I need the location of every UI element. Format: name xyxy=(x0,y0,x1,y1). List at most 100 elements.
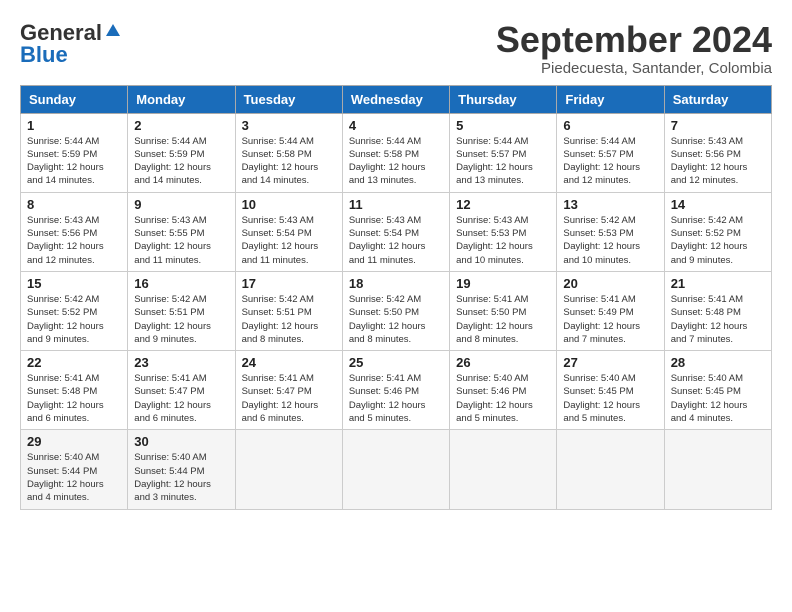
day-number: 26 xyxy=(456,355,550,370)
day-number: 30 xyxy=(134,434,228,449)
calendar-day-cell: 20Sunrise: 5:41 AMSunset: 5:49 PMDayligh… xyxy=(557,271,664,350)
day-number: 3 xyxy=(242,118,336,133)
day-info-text: Sunrise: 5:40 AMSunset: 5:46 PMDaylight:… xyxy=(456,372,550,425)
logo-blue-text: Blue xyxy=(20,42,68,68)
day-info-text: Sunrise: 5:44 AMSunset: 5:57 PMDaylight:… xyxy=(456,135,550,188)
calendar-day-cell: 28 Sunrise: 5:40 AMSunset: 5:45 PMDayligh… xyxy=(664,351,771,430)
calendar-week-row: 22Sunrise: 5:41 AMSunset: 5:48 PMDayligh… xyxy=(21,351,772,430)
day-info-text: Sunrise: 5:44 AMSunset: 5:59 PMDaylight:… xyxy=(27,135,121,188)
day-info-text: Sunrise: 5:43 AMSunset: 5:56 PMDaylight:… xyxy=(27,214,121,267)
calendar-day-cell: 29 Sunrise: 5:40 AMSunset: 5:44 PMDayligh… xyxy=(21,430,128,509)
calendar-day-cell xyxy=(342,430,449,509)
calendar-day-cell: 27Sunrise: 5:40 AMSunset: 5:45 PMDayligh… xyxy=(557,351,664,430)
calendar-day-cell: 24Sunrise: 5:41 AMSunset: 5:47 PMDayligh… xyxy=(235,351,342,430)
day-info-text: Sunrise: 5:43 AMSunset: 5:56 PMDaylight:… xyxy=(671,135,765,188)
calendar-day-cell xyxy=(664,430,771,509)
day-number: 11 xyxy=(349,197,443,212)
day-number: 17 xyxy=(242,276,336,291)
calendar-day-cell: 9 Sunrise: 5:43 AMSunset: 5:55 PMDaylight… xyxy=(128,192,235,271)
day-info-text: Sunrise: 5:43 AMSunset: 5:53 PMDaylight:… xyxy=(456,214,550,267)
day-number: 12 xyxy=(456,197,550,212)
calendar-day-cell: 6 Sunrise: 5:44 AMSunset: 5:57 PMDaylight… xyxy=(557,113,664,192)
location-text: Piedecuesta, Santander, Colombia xyxy=(496,60,772,77)
page-header: General Blue September 2024 Piedecuesta,… xyxy=(20,20,772,77)
day-info-text: Sunrise: 5:41 AMSunset: 5:48 PMDaylight:… xyxy=(671,293,765,346)
weekday-header: Saturday xyxy=(664,85,771,113)
day-info-text: Sunrise: 5:42 AMSunset: 5:52 PMDaylight:… xyxy=(671,214,765,267)
day-info-text: Sunrise: 5:42 AMSunset: 5:50 PMDaylight:… xyxy=(349,293,443,346)
calendar-day-cell: 23Sunrise: 5:41 AMSunset: 5:47 PMDayligh… xyxy=(128,351,235,430)
weekday-header: Monday xyxy=(128,85,235,113)
calendar-day-cell: 13Sunrise: 5:42 AMSunset: 5:53 PMDayligh… xyxy=(557,192,664,271)
calendar-day-cell: 22Sunrise: 5:41 AMSunset: 5:48 PMDayligh… xyxy=(21,351,128,430)
day-info-text: Sunrise: 5:41 AMSunset: 5:47 PMDaylight:… xyxy=(134,372,228,425)
day-number: 6 xyxy=(563,118,657,133)
calendar-day-cell: 7 Sunrise: 5:43 AMSunset: 5:56 PMDaylight… xyxy=(664,113,771,192)
day-info-text: Sunrise: 5:43 AMSunset: 5:55 PMDaylight:… xyxy=(134,214,228,267)
calendar-day-cell: 25 Sunrise: 5:41 AMSunset: 5:46 PMDayligh… xyxy=(342,351,449,430)
day-number: 21 xyxy=(671,276,765,291)
day-info-text: Sunrise: 5:40 AMSunset: 5:45 PMDaylight:… xyxy=(671,372,765,425)
day-number: 10 xyxy=(242,197,336,212)
calendar-week-row: 1 Sunrise: 5:44 AMSunset: 5:59 PMDaylight… xyxy=(21,113,772,192)
day-number: 25 xyxy=(349,355,443,370)
day-info-text: Sunrise: 5:43 AMSunset: 5:54 PMDaylight:… xyxy=(349,214,443,267)
day-number: 1 xyxy=(27,118,121,133)
calendar-day-cell: 18 Sunrise: 5:42 AMSunset: 5:50 PMDayligh… xyxy=(342,271,449,350)
calendar-day-cell xyxy=(235,430,342,509)
day-info-text: Sunrise: 5:42 AMSunset: 5:52 PMDaylight:… xyxy=(27,293,121,346)
day-number: 14 xyxy=(671,197,765,212)
day-info-text: Sunrise: 5:44 AMSunset: 5:59 PMDaylight:… xyxy=(134,135,228,188)
day-info-text: Sunrise: 5:41 AMSunset: 5:46 PMDaylight:… xyxy=(349,372,443,425)
calendar-day-cell: 11 Sunrise: 5:43 AMSunset: 5:54 PMDayligh… xyxy=(342,192,449,271)
weekday-header: Friday xyxy=(557,85,664,113)
day-number: 15 xyxy=(27,276,121,291)
calendar-day-cell: 30 Sunrise: 5:40 AMSunset: 5:44 PMDayligh… xyxy=(128,430,235,509)
day-number: 19 xyxy=(456,276,550,291)
calendar-day-cell: 10 Sunrise: 5:43 AMSunset: 5:54 PMDayligh… xyxy=(235,192,342,271)
weekday-header: Wednesday xyxy=(342,85,449,113)
day-number: 27 xyxy=(563,355,657,370)
calendar-day-cell xyxy=(557,430,664,509)
day-number: 28 xyxy=(671,355,765,370)
calendar-day-cell: 8 Sunrise: 5:43 AMSunset: 5:56 PMDaylight… xyxy=(21,192,128,271)
day-info-text: Sunrise: 5:41 AMSunset: 5:47 PMDaylight:… xyxy=(242,372,336,425)
calendar-day-cell: 17Sunrise: 5:42 AMSunset: 5:51 PMDayligh… xyxy=(235,271,342,350)
calendar-day-cell: 14 Sunrise: 5:42 AMSunset: 5:52 PMDayligh… xyxy=(664,192,771,271)
calendar-day-cell: 2 Sunrise: 5:44 AMSunset: 5:59 PMDaylight… xyxy=(128,113,235,192)
day-info-text: Sunrise: 5:43 AMSunset: 5:54 PMDaylight:… xyxy=(242,214,336,267)
calendar-day-cell: 1 Sunrise: 5:44 AMSunset: 5:59 PMDaylight… xyxy=(21,113,128,192)
day-number: 2 xyxy=(134,118,228,133)
day-number: 20 xyxy=(563,276,657,291)
day-info-text: Sunrise: 5:40 AMSunset: 5:44 PMDaylight:… xyxy=(27,451,121,504)
day-number: 5 xyxy=(456,118,550,133)
day-info-text: Sunrise: 5:41 AMSunset: 5:50 PMDaylight:… xyxy=(456,293,550,346)
title-area: September 2024 Piedecuesta, Santander, C… xyxy=(496,20,772,77)
calendar-day-cell: 15 Sunrise: 5:42 AMSunset: 5:52 PMDayligh… xyxy=(21,271,128,350)
day-info-text: Sunrise: 5:44 AMSunset: 5:58 PMDaylight:… xyxy=(242,135,336,188)
day-info-text: Sunrise: 5:44 AMSunset: 5:58 PMDaylight:… xyxy=(349,135,443,188)
day-info-text: Sunrise: 5:44 AMSunset: 5:57 PMDaylight:… xyxy=(563,135,657,188)
calendar-week-row: 15 Sunrise: 5:42 AMSunset: 5:52 PMDayligh… xyxy=(21,271,772,350)
month-title: September 2024 xyxy=(496,20,772,60)
calendar-day-cell: 26 Sunrise: 5:40 AMSunset: 5:46 PMDayligh… xyxy=(450,351,557,430)
day-number: 8 xyxy=(27,197,121,212)
logo: General Blue xyxy=(20,20,122,68)
weekday-header: Tuesday xyxy=(235,85,342,113)
calendar-day-cell xyxy=(450,430,557,509)
day-number: 22 xyxy=(27,355,121,370)
day-number: 29 xyxy=(27,434,121,449)
day-number: 7 xyxy=(671,118,765,133)
calendar-table: SundayMondayTuesdayWednesdayThursdayFrid… xyxy=(20,85,772,510)
day-number: 4 xyxy=(349,118,443,133)
day-info-text: Sunrise: 5:42 AMSunset: 5:51 PMDaylight:… xyxy=(134,293,228,346)
calendar-day-cell: 12 Sunrise: 5:43 AMSunset: 5:53 PMDayligh… xyxy=(450,192,557,271)
day-number: 18 xyxy=(349,276,443,291)
day-info-text: Sunrise: 5:40 AMSunset: 5:44 PMDaylight:… xyxy=(134,451,228,504)
weekday-header: Thursday xyxy=(450,85,557,113)
calendar-week-row: 8 Sunrise: 5:43 AMSunset: 5:56 PMDaylight… xyxy=(21,192,772,271)
day-number: 9 xyxy=(134,197,228,212)
calendar-day-cell: 3 Sunrise: 5:44 AMSunset: 5:58 PMDaylight… xyxy=(235,113,342,192)
calendar-day-cell: 19 Sunrise: 5:41 AMSunset: 5:50 PMDayligh… xyxy=(450,271,557,350)
calendar-day-cell: 5 Sunrise: 5:44 AMSunset: 5:57 PMDaylight… xyxy=(450,113,557,192)
